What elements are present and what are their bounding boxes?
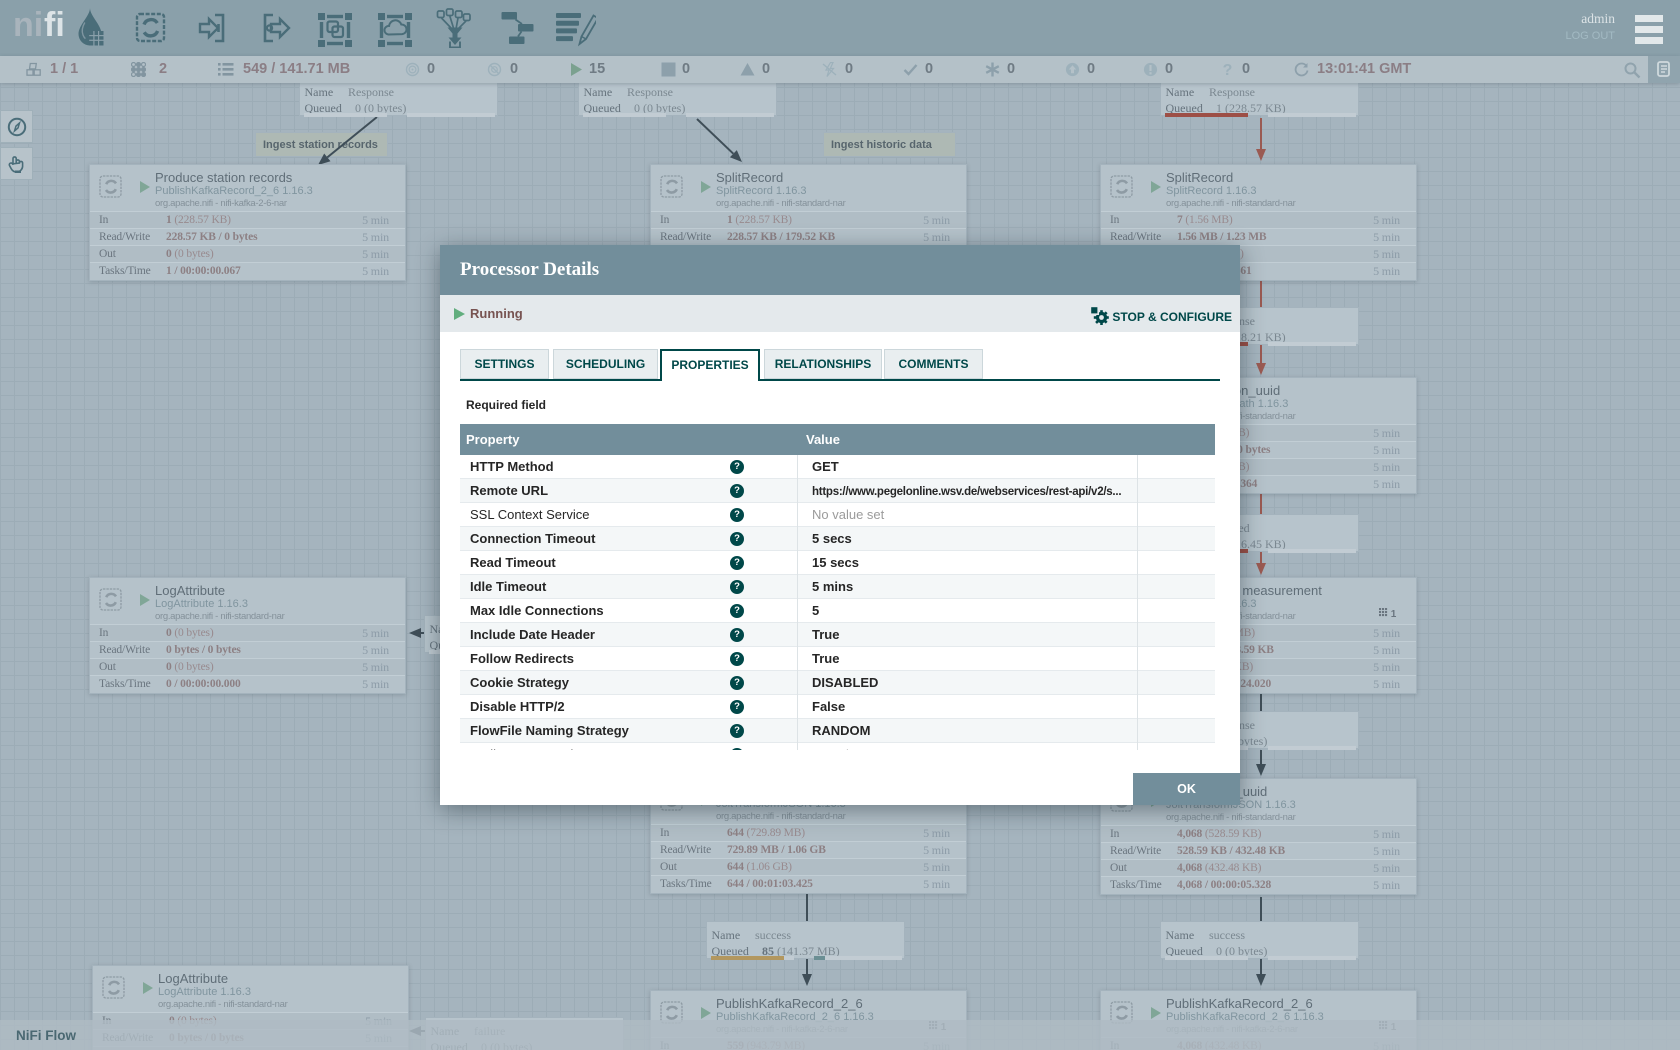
svg-text:?: ? (1223, 62, 1233, 77)
